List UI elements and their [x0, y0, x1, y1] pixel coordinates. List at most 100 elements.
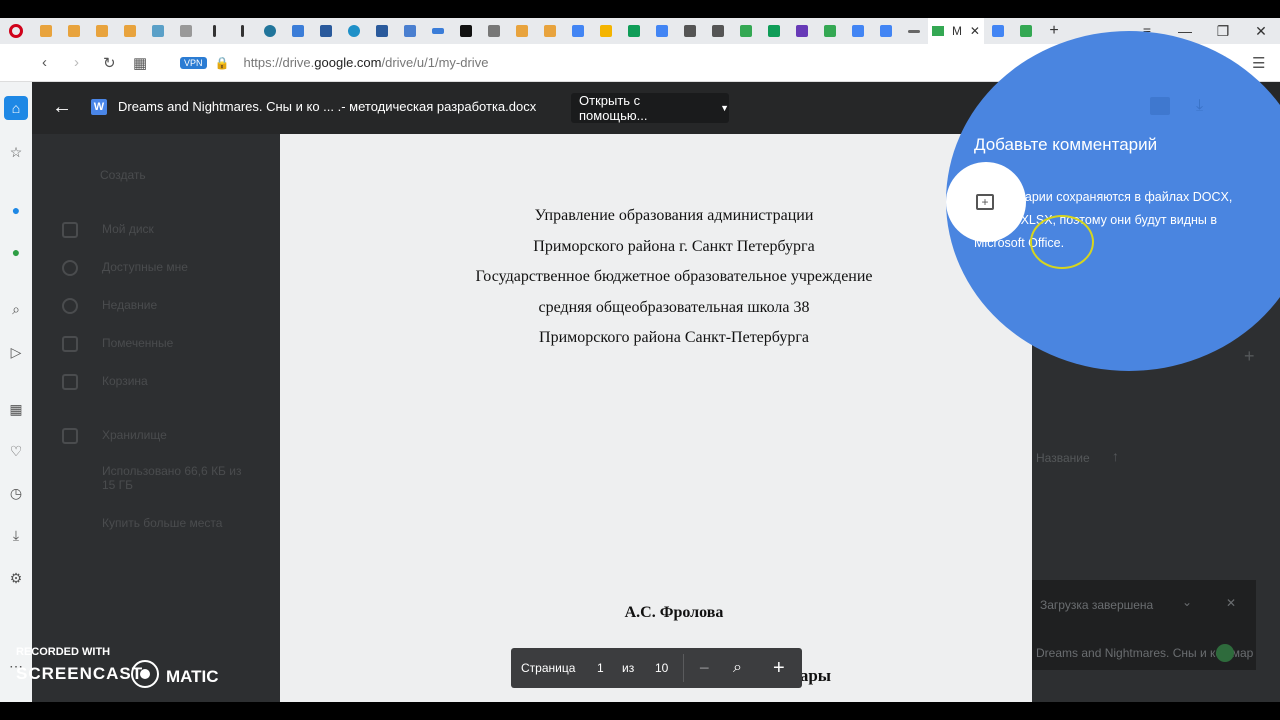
- document-title: Dreams and Nightmares. Сны и ко ... .- м…: [118, 99, 537, 114]
- tab-favicon[interactable]: [92, 21, 112, 41]
- zoom-in-icon[interactable]: +: [773, 648, 785, 688]
- speed-dial-icon[interactable]: ▦: [133, 44, 147, 81]
- tab-favicon[interactable]: [820, 21, 840, 41]
- open-with-label: Открыть с помощью...: [579, 93, 648, 123]
- heart-icon[interactable]: ♡: [4, 439, 28, 463]
- tab-favicon[interactable]: [176, 21, 196, 41]
- tab-favicon[interactable]: [400, 21, 420, 41]
- active-tab-label: M: [951, 24, 962, 38]
- toolbar-divider: [683, 654, 684, 682]
- tab-favicon[interactable]: [988, 21, 1008, 41]
- easy-setup-icon[interactable]: ☰: [1252, 44, 1265, 81]
- home-icon[interactable]: ⌂: [4, 96, 28, 120]
- opera-sidebar: ⌂ ☆ ● ● ⌕ ▷ ▦ ♡ ◷ ⤓ ⚙ ⋯: [0, 82, 32, 702]
- buy-storage-link[interactable]: Купить больше места: [102, 516, 222, 530]
- sort-by-name[interactable]: Название: [1036, 451, 1090, 465]
- forward-nav-icon[interactable]: ›: [74, 44, 79, 81]
- close-tab-icon[interactable]: ✕: [970, 24, 980, 38]
- tab-favicon[interactable]: [1016, 21, 1036, 41]
- current-page-input[interactable]: 1: [597, 648, 604, 688]
- tab-favicon[interactable]: [624, 21, 644, 41]
- whatsapp-icon[interactable]: ●: [4, 240, 28, 264]
- dropdown-arrow-icon: ▼: [720, 103, 729, 113]
- create-button[interactable]: Создать: [100, 168, 146, 182]
- print-icon[interactable]: [1150, 97, 1170, 115]
- zoom-icon[interactable]: ⌕: [733, 648, 742, 688]
- messenger-icon[interactable]: ●: [4, 198, 28, 222]
- opera-logo-icon[interactable]: [0, 18, 32, 44]
- back-arrow-icon[interactable]: ←: [52, 96, 74, 118]
- tab-favicon[interactable]: [904, 21, 924, 41]
- tab-favicon[interactable]: [764, 21, 784, 41]
- open-with-button[interactable]: Открыть с помощью... ▼: [571, 93, 729, 123]
- nav-item-storage[interactable]: Хранилище: [102, 428, 167, 442]
- watermark-brand-left: SCREENCAST: [16, 664, 144, 683]
- new-tab-icon[interactable]: +: [1044, 21, 1064, 41]
- tab-favicon[interactable]: [288, 21, 308, 41]
- restore-icon[interactable]: ❐: [1204, 23, 1242, 40]
- upload-panel: Загрузка завершена ⌄ ✕ Dreams and Nightm…: [1032, 580, 1256, 670]
- tab-favicon[interactable]: [344, 21, 364, 41]
- tab-favicon[interactable]: [316, 21, 336, 41]
- tab-favicon[interactable]: [484, 21, 504, 41]
- tab-favicon[interactable]: [596, 21, 616, 41]
- url-field[interactable]: VPN 🔒 https://drive.google.com/drive/u/1…: [180, 44, 488, 81]
- tab-favicon[interactable]: [372, 21, 392, 41]
- tab-favicon[interactable]: [568, 21, 588, 41]
- tab-favicon[interactable]: [36, 21, 56, 41]
- tab-favicon[interactable]: [456, 21, 476, 41]
- tab-favicon[interactable]: [652, 21, 672, 41]
- settings-icon[interactable]: ⚙: [4, 566, 28, 590]
- doc-author: А.С. Фролова: [624, 604, 724, 621]
- nav-item-trash[interactable]: Корзина: [102, 374, 148, 388]
- tab-favicon[interactable]: [204, 21, 224, 41]
- tab-favicon[interactable]: [848, 21, 868, 41]
- vpn-badge[interactable]: VPN: [180, 56, 207, 69]
- tab-favicon[interactable]: [540, 21, 560, 41]
- download-icon[interactable]: ⤓: [1196, 97, 1203, 115]
- back-nav-icon[interactable]: ‹: [42, 44, 47, 81]
- tab-favicons: [32, 21, 928, 41]
- add-icon[interactable]: +: [1244, 346, 1255, 367]
- reload-icon[interactable]: ↻: [103, 44, 116, 81]
- starred-icon: [62, 336, 78, 352]
- zoom-out-icon[interactable]: −: [699, 648, 710, 688]
- watermark-brand-right: MATIC: [166, 667, 219, 686]
- tab-favicon[interactable]: [876, 21, 896, 41]
- download-icon[interactable]: ⤓: [4, 523, 28, 547]
- shared-icon: [62, 260, 78, 276]
- star-icon[interactable]: ☆: [4, 140, 28, 164]
- grid-icon[interactable]: ▦: [4, 397, 28, 421]
- search-icon[interactable]: ⌕: [4, 297, 28, 321]
- close-window-icon[interactable]: ✕: [1242, 23, 1280, 40]
- tab-favicon[interactable]: [708, 21, 728, 41]
- page-label: Страница: [521, 661, 576, 675]
- url-text[interactable]: https://drive.google.com/drive/u/1/my-dr…: [243, 55, 488, 70]
- recent-icon: [62, 298, 78, 314]
- watermark-logo-icon: [131, 660, 159, 688]
- tab-favicon[interactable]: [148, 21, 168, 41]
- of-label: из: [622, 661, 635, 675]
- send-icon[interactable]: ▷: [4, 340, 28, 364]
- tab-favicon[interactable]: [232, 21, 252, 41]
- history-icon[interactable]: ◷: [4, 481, 28, 505]
- trash-icon: [62, 374, 78, 390]
- tab-favicon[interactable]: [428, 21, 448, 41]
- drive-favicon-icon: [931, 26, 944, 36]
- document-page: Управление образования администрации При…: [280, 134, 1032, 702]
- sort-arrow-icon[interactable]: ↑: [1112, 448, 1119, 464]
- tab-favicon[interactable]: [120, 21, 140, 41]
- cursor-highlight: [1030, 215, 1094, 269]
- page-toolbar: Страница 1 из 10 − ⌕ +: [511, 648, 802, 688]
- tab-favicon[interactable]: [260, 21, 280, 41]
- tab-favicon[interactable]: [736, 21, 756, 41]
- add-comment-icon[interactable]: +: [976, 194, 994, 210]
- my-drive-icon: [62, 222, 78, 238]
- check-icon: [1216, 644, 1234, 662]
- tab-favicon[interactable]: [64, 21, 84, 41]
- active-tab[interactable]: M ✕: [928, 18, 984, 44]
- word-file-icon: W: [91, 99, 107, 115]
- tab-favicon[interactable]: [512, 21, 532, 41]
- tab-favicon[interactable]: [792, 21, 812, 41]
- tab-favicon[interactable]: [680, 21, 700, 41]
